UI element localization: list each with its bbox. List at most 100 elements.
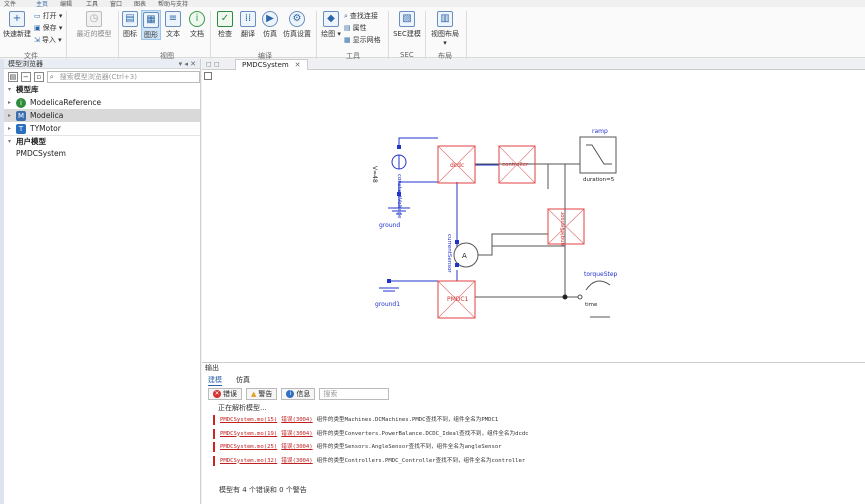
tab-simulation[interactable]: 仿真 xyxy=(236,374,250,386)
constant-voltage-block[interactable]: constantVoltage V=48 xyxy=(371,154,407,219)
dcdc-block[interactable]: dcdc xyxy=(437,145,476,184)
check-button[interactable]: ✓ 检查 xyxy=(214,11,236,39)
divider xyxy=(66,11,67,59)
user-model-section-header[interactable]: ▾ 用户模型 xyxy=(0,135,200,147)
log-file-link[interactable]: PMDCSystem.mo(19) xyxy=(220,431,277,437)
view-mode-icon[interactable]: ▤ xyxy=(8,71,18,82)
diagram-view-button[interactable]: ▦ 图形 xyxy=(141,10,161,40)
recent-icon: ◷ xyxy=(86,11,102,27)
library-section-header[interactable]: ▾ 模型库 xyxy=(0,84,200,96)
log-search-input[interactable]: 搜索 xyxy=(319,388,390,400)
divider xyxy=(316,11,317,59)
constant-voltage-label: constantVoltage xyxy=(396,174,402,219)
find-connection-button[interactable]: ⌕ 查找连接 xyxy=(344,11,378,21)
ramp-duration: duration=5 xyxy=(583,177,615,183)
model-search-input[interactable]: ⌕ 搜索模型浏览器(Ctrl+3) xyxy=(46,70,201,83)
doc-view-button[interactable]: i 文档 xyxy=(187,11,207,39)
settings-icon: ⚙ xyxy=(289,11,305,27)
log-summary: 模型有 4 个错误和 0 个警告 xyxy=(219,486,307,494)
recent-models-button[interactable]: ◷ 最近的模型 xyxy=(72,11,116,39)
search-icon: ⌕ xyxy=(49,72,54,81)
save-button[interactable]: ▣ 保存 ▾ xyxy=(34,23,62,33)
error-code-link[interactable]: 错误(3004) xyxy=(281,417,312,423)
tree-item-modelica-reference[interactable]: ▸ i ModelicaReference xyxy=(0,96,200,109)
model-browser-toolbar: ▤ − ▫ ⌕ 搜索模型浏览器(Ctrl+3) xyxy=(0,69,201,84)
log-message: 组件的类型Machines.DCMachines.PMDC查找不到，组件全名为P… xyxy=(316,417,499,423)
error-code-link[interactable]: 错误(3004) xyxy=(281,458,312,464)
ground1-block[interactable]: ground1 xyxy=(375,287,400,308)
chevron-right-icon: ▸ xyxy=(8,99,12,106)
open-icon: ▭ xyxy=(34,12,41,20)
translate-button[interactable]: ⁞⁞ 翻译 xyxy=(237,11,259,39)
ramp-label: ramp xyxy=(592,128,608,135)
model-browser-panel: 模型浏览器 ▾ ◂ ✕ ▤ − ▫ ⌕ 搜索模型浏览器(Ctrl+3) ▾ 模型… xyxy=(0,59,201,504)
motor-library-icon: T xyxy=(16,124,26,134)
tree-item-tymotor[interactable]: ▸ T TYMotor xyxy=(0,122,200,135)
text-view-button[interactable]: ≡ 文本 xyxy=(163,11,183,39)
error-marker xyxy=(213,415,215,425)
ground-block[interactable]: ground xyxy=(379,207,410,229)
error-filter-button[interactable]: ✕ 错误 xyxy=(208,388,242,400)
filter-icon[interactable]: ▫ xyxy=(33,71,44,82)
icon-view-button[interactable]: ▤ 图标 xyxy=(120,11,140,39)
text-view-icon: ≡ xyxy=(165,11,181,27)
open-button[interactable]: ▭ 打开 ▾ xyxy=(34,11,62,21)
divider xyxy=(118,11,119,59)
pmdc-label: PMDC1 xyxy=(447,296,469,303)
show-grid-button[interactable]: ▦ 显示网格 xyxy=(344,35,381,45)
time-label: time xyxy=(585,302,598,308)
layout-icon: ▥ xyxy=(437,11,453,27)
tab-nav-icon[interactable]: ◻ ◻ xyxy=(206,60,220,68)
warning-icon: ▲ xyxy=(251,389,257,398)
wire xyxy=(398,137,438,147)
sim-settings-button[interactable]: ⚙ 仿真设置 xyxy=(282,11,312,39)
info-filter-button[interactable]: i 信息 xyxy=(281,388,316,400)
simulate-button[interactable]: ▶ 仿真 xyxy=(259,11,281,39)
modelica-library-icon: M xyxy=(16,111,26,121)
ground1-label: ground1 xyxy=(375,301,400,308)
ramp-block[interactable]: ramp duration=5 xyxy=(579,128,617,183)
wire xyxy=(398,181,438,194)
angle-sensor-block[interactable]: angleSensor xyxy=(547,208,585,246)
angle-sensor-label: angleSensor xyxy=(560,211,566,246)
error-marker xyxy=(213,455,215,466)
log-message: 组件的类型Converters.PowerBalance.DCDC_Ideal查… xyxy=(316,430,529,437)
find-connection-icon: ⌕ xyxy=(344,12,348,20)
tab-pmdcsystem[interactable]: PMDCSystem ✕ xyxy=(235,59,308,70)
diagram-svg: constantVoltage V=48 ground ground1 dcdc… xyxy=(371,128,618,319)
panel-controls[interactable]: ▾ ◂ ✕ xyxy=(179,59,196,69)
warning-filter-button[interactable]: ▲ 警告 xyxy=(246,388,278,400)
view-layout-button[interactable]: ▥ 视图布局 ▾ xyxy=(430,11,460,47)
tab-modeling[interactable]: 建模 xyxy=(208,374,222,386)
pmdc-block[interactable]: PMDC1 xyxy=(437,280,476,319)
controller-label: controller xyxy=(502,162,529,168)
error-code-link[interactable]: 错误(3004) xyxy=(281,444,312,450)
log-file-link[interactable]: PMDCSystem.mo(15) xyxy=(220,417,277,423)
error-code-link[interactable]: 错误(3004) xyxy=(281,431,312,437)
import-button[interactable]: ⇲ 导入 ▾ xyxy=(34,35,62,45)
attributes-button[interactable]: ▤ 属性 xyxy=(344,23,367,33)
ground-label: ground xyxy=(379,222,400,229)
signal-line xyxy=(476,245,565,256)
torque-step-block[interactable]: torqueStep time xyxy=(562,271,618,318)
tree-item-pmdcsystem[interactable]: PMDCSystem xyxy=(0,147,200,160)
info-icon: i xyxy=(16,98,26,108)
canvas-checkbox[interactable] xyxy=(204,72,212,80)
close-icon[interactable]: ✕ xyxy=(295,61,301,69)
log-message: 组件的类型Controllers.PMDC_Controller查找不到，组件全… xyxy=(316,457,526,464)
diagram-canvas[interactable]: constantVoltage V=48 ground ground1 dcdc… xyxy=(202,70,865,362)
editor-tab-bar: ◻ ◻ PMDCSystem ✕ xyxy=(202,59,865,70)
chevron-right-icon: ▸ xyxy=(8,112,12,119)
tree-item-modelica[interactable]: ▸ M Modelica xyxy=(0,109,200,122)
log-filter-bar: ✕ 错误 ▲ 警告 i 信息 搜索 xyxy=(202,386,865,402)
current-sensor-block[interactable]: A currentSensor xyxy=(446,234,479,273)
log-file-link[interactable]: PMDCSystem.mo(25) xyxy=(220,444,277,450)
grid-icon: ▦ xyxy=(344,36,351,44)
sec-modeling-button[interactable]: ▧ SEC建模 xyxy=(392,11,422,39)
output-tabs: 建模 仿真 xyxy=(202,374,865,386)
log-file-link[interactable]: PMDCSystem.mo(32) xyxy=(220,458,277,464)
log-entry: PMDCSystem.mo(32) 错误(3004) 组件的类型Controller… xyxy=(202,455,865,469)
draw-button[interactable]: ◆ 绘图 ▾ xyxy=(320,11,342,39)
collapse-icon[interactable]: − xyxy=(20,71,31,82)
quick-new-button[interactable]: + 快速新建 xyxy=(3,11,31,39)
